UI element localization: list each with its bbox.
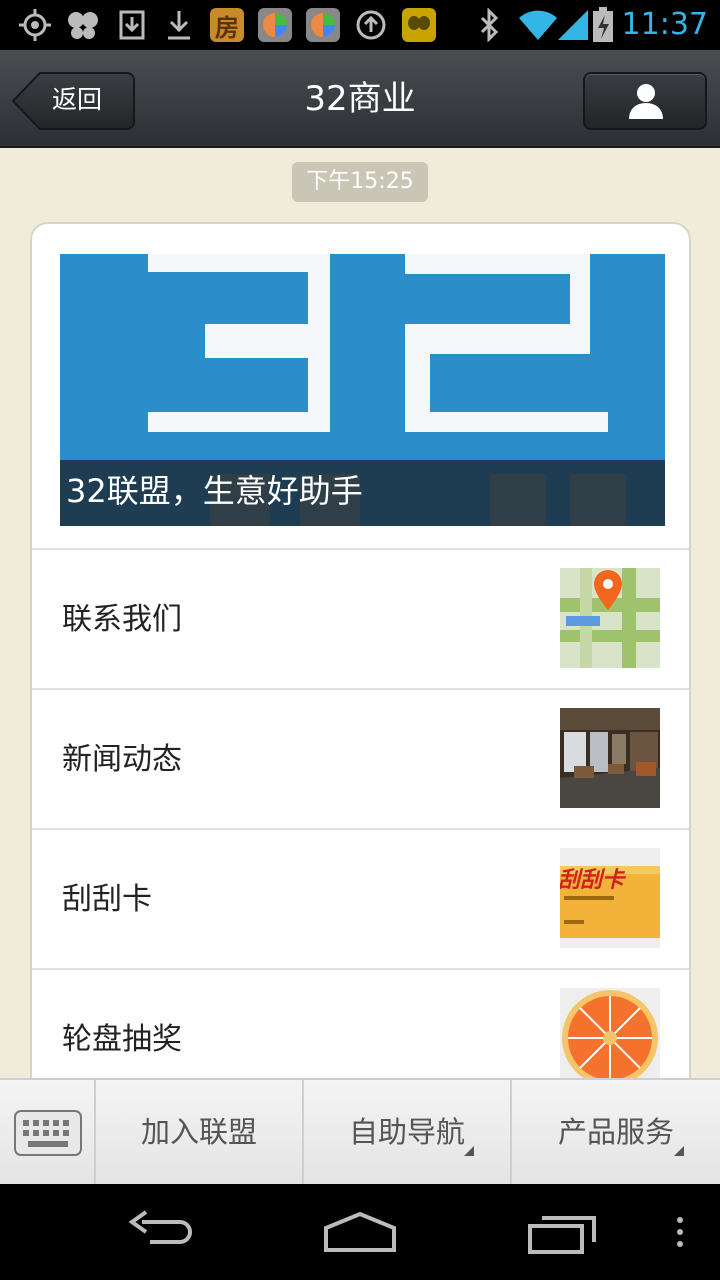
app-color-icon xyxy=(306,8,340,42)
tab-label: 自助导航 xyxy=(348,1115,465,1149)
status-time: 11:37 xyxy=(621,7,708,42)
list-item-label: 刮刮卡 xyxy=(62,882,152,917)
list-item-scratch-card[interactable]: 刮刮卡 刮刮卡 xyxy=(32,828,689,968)
overflow-menu-icon[interactable] xyxy=(670,1204,690,1260)
scratch-card-thumb-text: 刮刮卡 xyxy=(560,868,625,893)
keyboard-icon xyxy=(14,1110,82,1156)
bottom-menu-bar: 加入联盟 自助导航 产品服务 xyxy=(0,1078,720,1184)
signal-icon xyxy=(556,8,590,42)
keyboard-toggle-button[interactable] xyxy=(0,1080,96,1184)
download-box-icon xyxy=(115,8,149,42)
recents-nav-icon[interactable] xyxy=(526,1204,600,1260)
cover-caption: 32联盟，生意好助手 xyxy=(66,472,363,510)
system-nav-bar xyxy=(0,1184,720,1280)
chat-area[interactable]: 下午15:25 32联盟，生意好助手 联系我们 新闻动态 刮刮卡 刮刮卡 轮盘抽… xyxy=(0,148,720,1078)
tab-self-navigation[interactable]: 自助导航 xyxy=(304,1080,512,1184)
person-icon xyxy=(629,84,663,119)
tab-label: 加入联盟 xyxy=(140,1115,257,1149)
list-item-label: 轮盘抽奖 xyxy=(62,1022,182,1057)
sync-icon xyxy=(354,8,388,42)
restaurant-thumbnail xyxy=(560,708,660,808)
submenu-arrow-icon xyxy=(674,1146,684,1156)
tab-product-services[interactable]: 产品服务 xyxy=(512,1080,720,1184)
back-nav-icon[interactable] xyxy=(124,1204,196,1260)
map-pin-thumbnail xyxy=(560,568,660,668)
app-butterfly-icon xyxy=(66,8,100,42)
news-card[interactable]: 32联盟，生意好助手 联系我们 新闻动态 刮刮卡 刮刮卡 轮盘抽奖 xyxy=(30,222,691,1078)
list-item-contact-us[interactable]: 联系我们 xyxy=(32,548,689,688)
profile-button[interactable] xyxy=(583,72,707,130)
prize-wheel-thumbnail xyxy=(560,988,660,1078)
gps-icon xyxy=(18,8,52,42)
list-item-label: 联系我们 xyxy=(62,602,182,637)
submenu-arrow-icon xyxy=(464,1146,474,1156)
wifi-icon xyxy=(516,8,560,42)
app-yellow-icon xyxy=(402,8,436,42)
list-item-news[interactable]: 新闻动态 xyxy=(32,688,689,828)
app-color-icon xyxy=(258,8,292,42)
app-fang-icon: 房 xyxy=(210,8,244,42)
tab-label: 产品服务 xyxy=(557,1115,674,1149)
bluetooth-icon xyxy=(472,8,506,42)
download-icon xyxy=(162,8,196,42)
scratch-card-thumbnail: 刮刮卡 xyxy=(560,848,660,948)
battery-charging-icon xyxy=(590,7,616,42)
cover-image[interactable]: 32联盟，生意好助手 xyxy=(60,254,665,526)
status-bar: 房 11:37 xyxy=(0,0,720,50)
list-item-label: 新闻动态 xyxy=(62,742,182,777)
title-bar: 返回 32商业 xyxy=(0,50,720,148)
tab-join-alliance[interactable]: 加入联盟 xyxy=(96,1080,304,1184)
message-timestamp: 下午15:25 xyxy=(292,162,428,202)
list-item-prize-wheel[interactable]: 轮盘抽奖 xyxy=(32,968,689,1078)
home-nav-icon[interactable] xyxy=(322,1204,398,1260)
